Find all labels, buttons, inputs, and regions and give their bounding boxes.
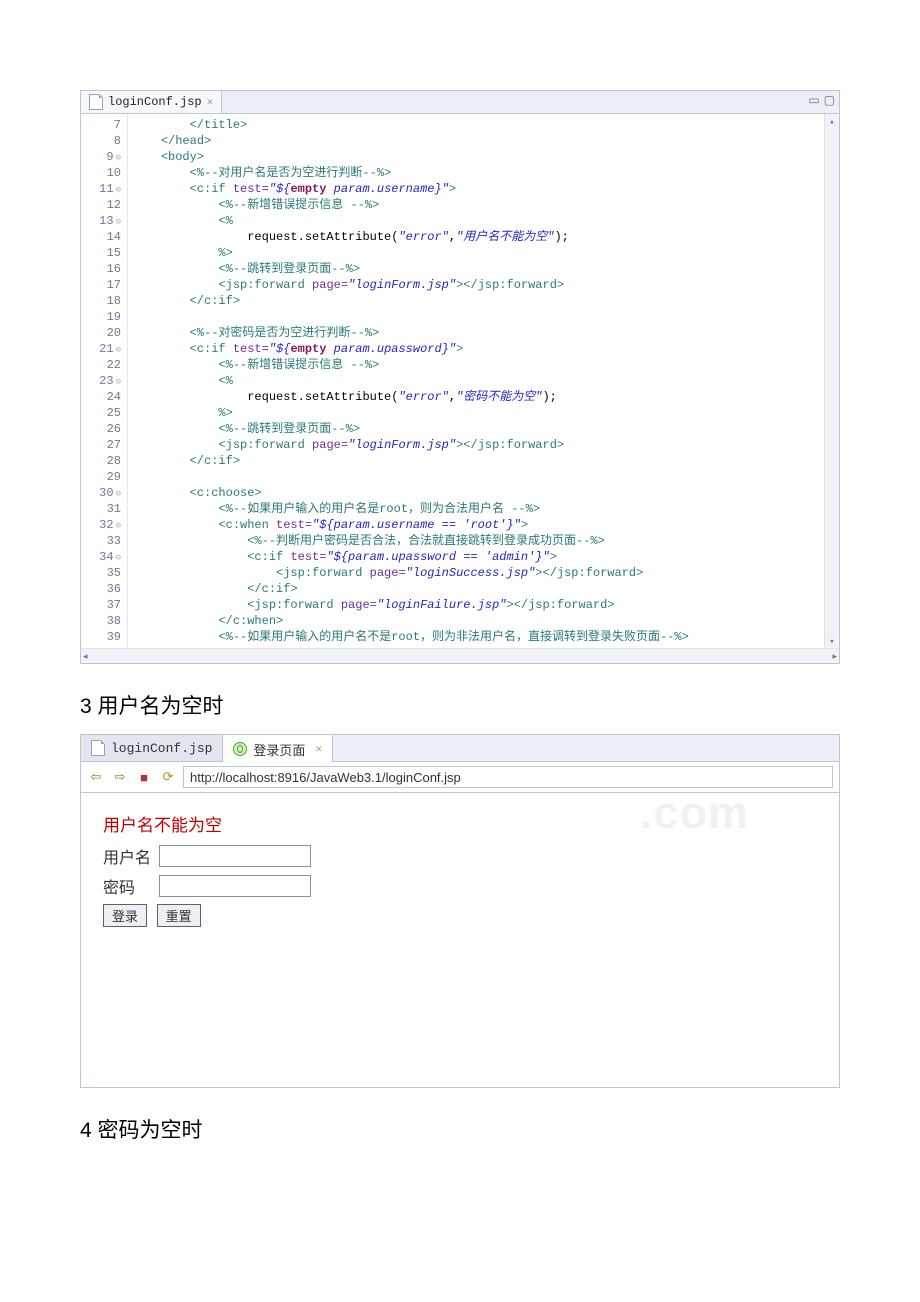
- maximize-icon[interactable]: ▢: [824, 93, 835, 107]
- url-text: http://localhost:8916/JavaWeb3.1/loginCo…: [190, 770, 461, 785]
- forward-icon[interactable]: ⇨: [111, 768, 129, 786]
- back-icon[interactable]: ⇦: [87, 768, 105, 786]
- line-gutter: 789⊖1011⊖1213⊖1415161718192021⊖2223⊖2425…: [81, 114, 128, 648]
- password-label: 密码: [103, 874, 159, 898]
- section-heading-4: 4 密码为空时: [80, 1114, 840, 1144]
- error-message: 用户名不能为空: [103, 811, 817, 836]
- editor-body: 789⊖1011⊖1213⊖1415161718192021⊖2223⊖2425…: [81, 114, 839, 648]
- section-heading-3: 3 用户名为空时: [80, 690, 840, 720]
- url-input[interactable]: http://localhost:8916/JavaWeb3.1/loginCo…: [183, 766, 833, 788]
- reset-button[interactable]: 重置: [157, 904, 201, 927]
- scroll-up-icon[interactable]: ▴: [825, 114, 839, 128]
- browser-tab-label: 登录页面: [253, 740, 305, 759]
- close-icon[interactable]: ✕: [207, 95, 214, 109]
- browser-viewport: .com 用户名不能为空 用户名 密码 登录 重置: [81, 793, 839, 1087]
- browser-tab-label: loginConf.jsp: [111, 741, 212, 756]
- jsp-file-icon: [89, 94, 103, 110]
- browser-toolbar: ⇦ ⇨ ■ ⟳ http://localhost:8916/JavaWeb3.1…: [81, 762, 839, 793]
- minimize-icon[interactable]: ▭: [808, 93, 819, 107]
- stop-icon[interactable]: ■: [135, 768, 153, 786]
- vertical-scrollbar[interactable]: ▴ ▾: [824, 114, 839, 648]
- horizontal-scrollbar[interactable]: ◂ ▸: [81, 648, 839, 663]
- browser-tab-loginconf[interactable]: loginConf.jsp: [81, 735, 223, 761]
- refresh-icon[interactable]: ⟳: [159, 768, 177, 786]
- code-editor: loginConf.jsp ✕ ▭ ▢ 789⊖1011⊖1213⊖141516…: [80, 90, 840, 664]
- globe-icon: [233, 742, 247, 756]
- close-icon[interactable]: ✕: [315, 742, 322, 756]
- editor-tab-bar: loginConf.jsp ✕ ▭ ▢: [81, 91, 839, 114]
- scroll-right-icon[interactable]: ▸: [832, 651, 837, 662]
- code-area[interactable]: </title> </head> <body> <%--对用户名是否为空进行判断…: [128, 114, 824, 648]
- browser-tab-bar: loginConf.jsp 登录页面 ✕: [81, 735, 839, 762]
- browser-preview: loginConf.jsp 登录页面 ✕ ⇦ ⇨ ■ ⟳ http://loca…: [80, 734, 840, 1088]
- scroll-left-icon[interactable]: ◂: [83, 651, 88, 662]
- submit-button[interactable]: 登录: [103, 904, 147, 927]
- username-label: 用户名: [103, 844, 159, 868]
- username-input[interactable]: [159, 845, 311, 867]
- editor-tab-label: loginConf.jsp: [108, 95, 202, 109]
- jsp-file-icon: [91, 740, 105, 756]
- editor-tab-loginconf[interactable]: loginConf.jsp ✕: [81, 91, 222, 113]
- scroll-down-icon[interactable]: ▾: [825, 634, 839, 648]
- browser-tab-loginpage[interactable]: 登录页面 ✕: [223, 735, 333, 762]
- password-input[interactable]: [159, 875, 311, 897]
